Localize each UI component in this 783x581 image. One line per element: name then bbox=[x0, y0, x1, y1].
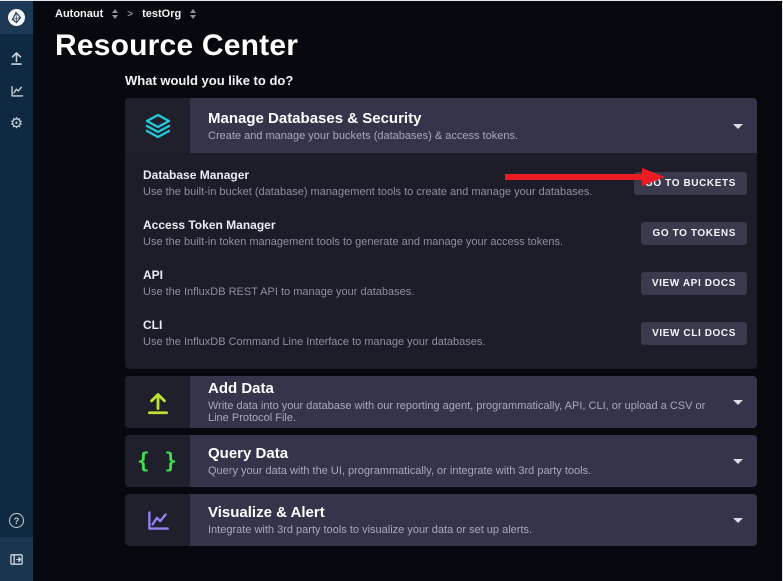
panel-manage-header[interactable]: Manage Databases & Security Create and m… bbox=[125, 98, 757, 153]
breadcrumb-org[interactable]: testOrg bbox=[142, 8, 181, 20]
panel-add-data: Add Data Write data into your database w… bbox=[125, 376, 757, 428]
influxdb-logo-icon bbox=[7, 8, 26, 27]
panel-add-data-header[interactable]: Add Data Write data into your database w… bbox=[125, 376, 757, 428]
panel-visualize-alert-header[interactable]: Visualize & Alert Integrate with 3rd par… bbox=[125, 494, 757, 546]
row-access-token-manager: Access Token Manager Use the built-in to… bbox=[125, 208, 757, 258]
page-title: Resource Center bbox=[55, 29, 782, 63]
panel-visualize-alert-description: Integrate with 3rd party tools to visual… bbox=[208, 524, 723, 536]
nav-settings[interactable]: ⚙ bbox=[0, 107, 33, 140]
prompt-heading: What would you like to do? bbox=[125, 73, 782, 88]
nav-load-data[interactable] bbox=[0, 41, 33, 74]
breadcrumb-account[interactable]: Autonaut bbox=[55, 8, 103, 20]
nav-icon-group: ⚙ bbox=[0, 41, 33, 140]
row-description: Use the built-in bucket (database) manag… bbox=[143, 186, 592, 198]
row-title: Access Token Manager bbox=[143, 218, 563, 232]
influxdb-logo[interactable] bbox=[0, 1, 33, 34]
panel-manage-title: Manage Databases & Security bbox=[208, 110, 723, 127]
chevron-down-icon[interactable] bbox=[733, 518, 743, 523]
chevron-down-icon[interactable] bbox=[733, 124, 743, 129]
line-chart-icon bbox=[9, 83, 25, 99]
main-content: Autonaut > testOrg Resource Center What … bbox=[33, 1, 782, 581]
row-description: Use the InfluxDB Command Line Interface … bbox=[143, 336, 485, 348]
row-cli: CLI Use the InfluxDB Command Line Interf… bbox=[125, 308, 757, 358]
panel-query-data-title: Query Data bbox=[208, 445, 723, 462]
view-api-docs-button[interactable]: VIEW API DOCS bbox=[641, 272, 747, 295]
panel-add-data-description: Write data into your database with our r… bbox=[208, 400, 723, 424]
gear-icon: ⚙ bbox=[10, 116, 23, 131]
row-description: Use the built-in token management tools … bbox=[143, 236, 563, 248]
panel-manage-databases: Manage Databases & Security Create and m… bbox=[125, 98, 757, 369]
row-description: Use the InfluxDB REST API to manage your… bbox=[143, 286, 414, 298]
braces-icon: { } bbox=[125, 435, 190, 487]
chevron-down-icon[interactable] bbox=[733, 400, 743, 405]
row-api: API Use the InfluxDB REST API to manage … bbox=[125, 258, 757, 308]
row-title: API bbox=[143, 268, 414, 282]
account-switcher-icon[interactable] bbox=[112, 9, 118, 19]
breadcrumb: Autonaut > testOrg bbox=[33, 1, 782, 27]
resource-center-page: ⚙ ? Autonaut > testOrg bbox=[0, 0, 783, 581]
layers-icon bbox=[125, 98, 190, 153]
help-icon: ? bbox=[9, 513, 24, 528]
row-title: CLI bbox=[143, 318, 485, 332]
panel-add-data-title: Add Data bbox=[208, 380, 723, 397]
panel-visualize-alert: Visualize & Alert Integrate with 3rd par… bbox=[125, 494, 757, 546]
expand-sidebar-icon bbox=[9, 552, 24, 567]
go-to-tokens-button[interactable]: GO TO TOKENS bbox=[641, 222, 747, 245]
breadcrumb-separator: > bbox=[127, 9, 133, 20]
nav-bottom-group: ? bbox=[0, 504, 33, 581]
panel-manage-body: Database Manager Use the built-in bucket… bbox=[125, 153, 757, 369]
panel-manage-description: Create and manage your buckets (database… bbox=[208, 130, 723, 142]
chevron-down-icon[interactable] bbox=[733, 459, 743, 464]
chart-icon bbox=[125, 494, 190, 546]
view-cli-docs-button[interactable]: VIEW CLI DOCS bbox=[641, 322, 747, 345]
row-database-manager: Database Manager Use the built-in bucket… bbox=[125, 158, 757, 208]
go-to-buckets-button[interactable]: GO TO BUCKETS bbox=[634, 172, 747, 195]
nav-data-explorer[interactable] bbox=[0, 74, 33, 107]
row-title: Database Manager bbox=[143, 168, 592, 182]
panel-query-data-header[interactable]: { } Query Data Query your data with the … bbox=[125, 435, 757, 487]
accordion-list: Manage Databases & Security Create and m… bbox=[125, 98, 757, 546]
upload-data-icon bbox=[125, 376, 190, 428]
left-nav-rail: ⚙ ? bbox=[0, 1, 33, 581]
panel-visualize-alert-title: Visualize & Alert bbox=[208, 504, 723, 521]
panel-query-data: { } Query Data Query your data with the … bbox=[125, 435, 757, 487]
upload-icon bbox=[8, 49, 25, 66]
nav-help[interactable]: ? bbox=[0, 504, 33, 537]
org-switcher-icon[interactable] bbox=[190, 9, 196, 19]
nav-expand-toggle[interactable] bbox=[0, 537, 33, 581]
panel-query-data-description: Query your data with the UI, programmati… bbox=[208, 465, 723, 477]
